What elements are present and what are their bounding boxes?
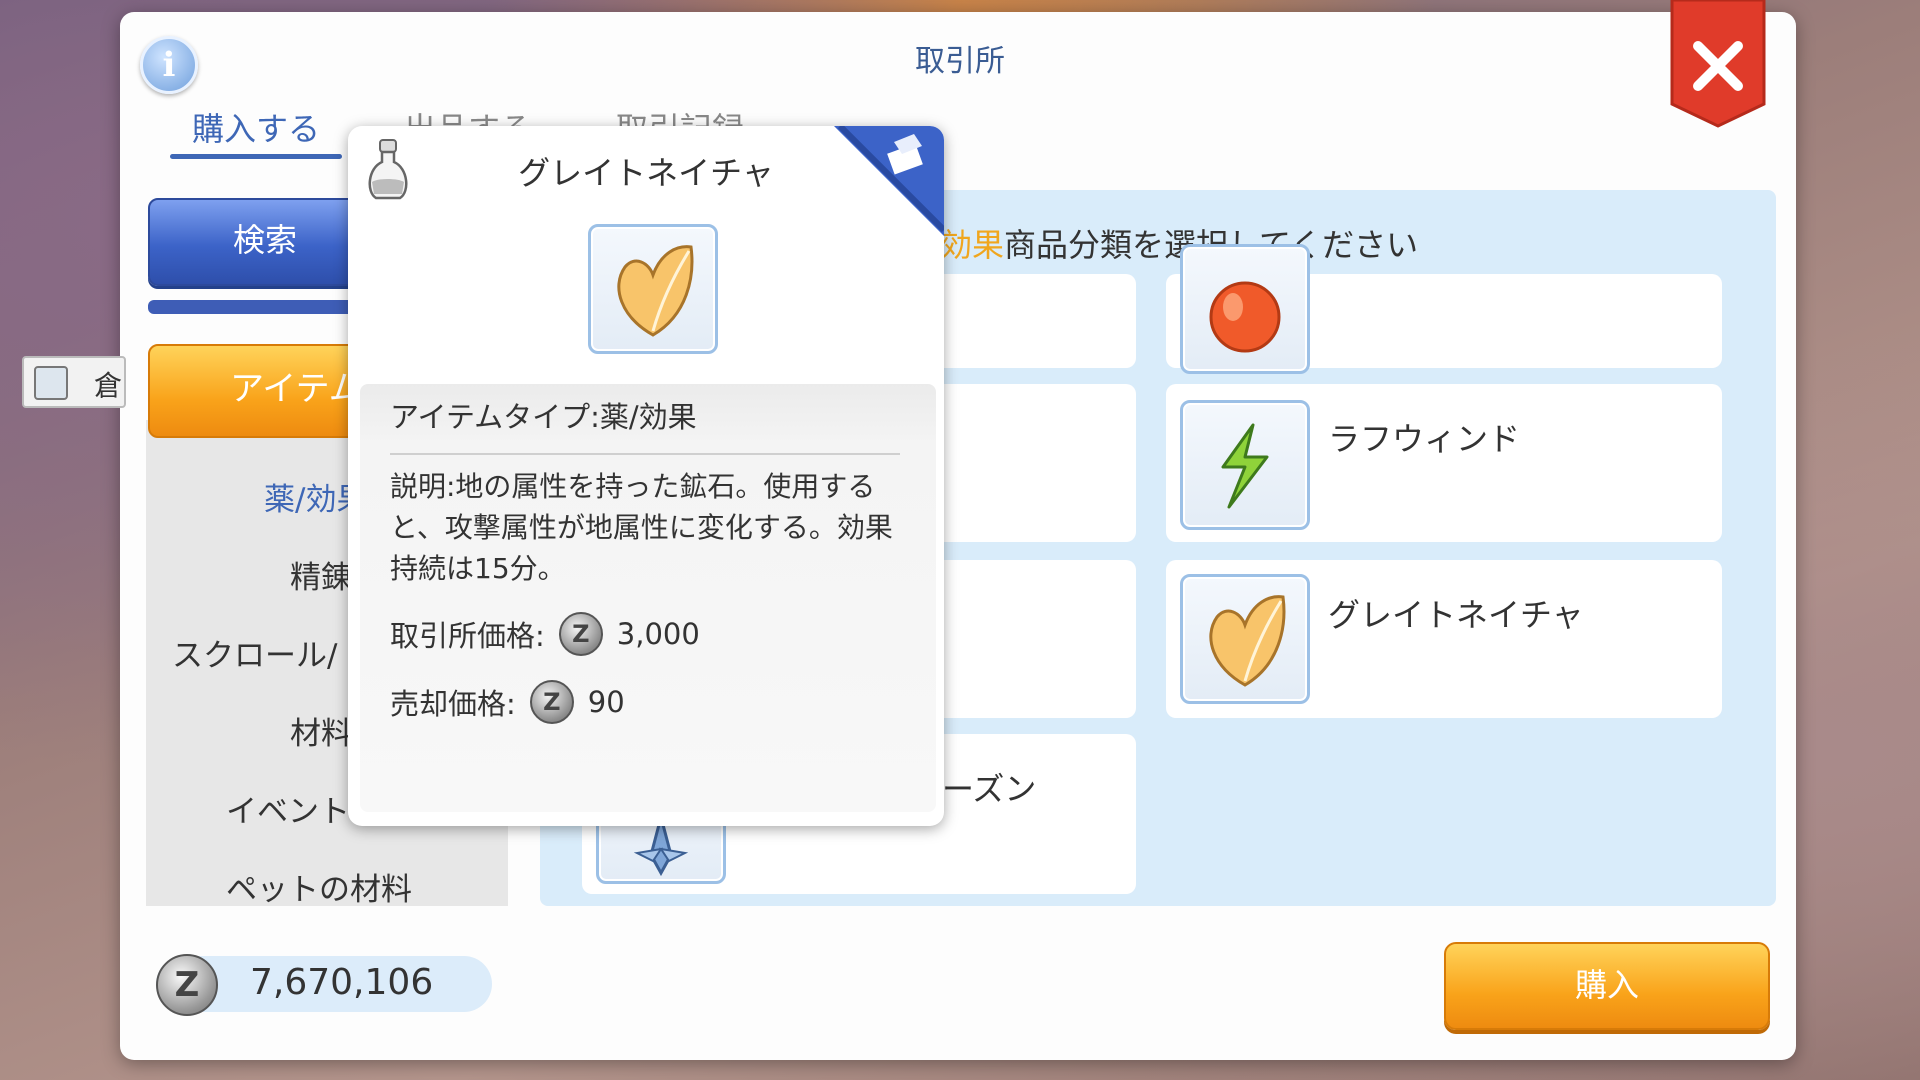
category-material[interactable]: 材料 [290, 708, 352, 753]
tooltip-item-slot [588, 224, 718, 354]
tooltip-sell-price: 売却価格: Z 90 [390, 680, 625, 724]
warehouse-label: 倉 [94, 369, 123, 402]
warehouse-button[interactable]: 倉 [22, 356, 126, 408]
category-pet-material[interactable]: ペットの材料 [226, 864, 412, 909]
zeny-balance: 7,670,106 [250, 962, 434, 1003]
tooltip-description: 説明:地の属性を持った鉱石。使用すると、攻撃属性が地属性に変化する。効果持続は1… [390, 470, 893, 585]
lightning-stone-icon [1221, 423, 1269, 509]
exchange-price-value: 3,000 [616, 617, 700, 651]
item-name: ーズン [942, 770, 1037, 808]
zeny-icon: Z [558, 612, 603, 656]
category-refine[interactable]: 精錬 [290, 552, 352, 597]
warehouse-icon [34, 366, 68, 400]
apple-icon [1209, 281, 1281, 353]
item-name: ラフウィンド [1328, 420, 1521, 458]
item-slot [1180, 244, 1310, 374]
window-title: 取引所 [915, 44, 1005, 79]
leaf-stone-icon [1209, 595, 1286, 687]
leaf-stone-icon [617, 245, 694, 337]
zeny-icon: Z [529, 680, 574, 724]
box-icon [834, 126, 944, 236]
sell-price-value: 90 [587, 685, 625, 719]
list-item[interactable]: ラフウィンド [1166, 384, 1722, 542]
search-strip [148, 300, 378, 314]
zeny-icon: Z [156, 954, 218, 1016]
item-slot [1180, 400, 1310, 530]
item-name: グレイトネイチャ [1328, 596, 1584, 634]
tooltip-item-type: アイテムタイプ:薬/効果 [390, 400, 697, 434]
sell-price-label: 売却価格: [390, 687, 516, 721]
category-event[interactable]: イベント [226, 786, 350, 831]
search-button[interactable]: 検索 [148, 198, 382, 286]
tab-buy[interactable]: 購入する [192, 104, 320, 150]
close-icon[interactable] [1668, 0, 1768, 128]
list-item[interactable] [1166, 244, 1722, 374]
exchange-price-label: 取引所価格: [390, 619, 545, 653]
tab-underline [170, 154, 342, 159]
list-header-accent: 効果 [940, 226, 1005, 264]
list-item[interactable]: グレイトネイチャ [1166, 560, 1722, 718]
item-slot [1180, 574, 1310, 704]
buy-button[interactable]: 購入 [1444, 942, 1770, 1030]
category-scroll[interactable]: スクロール/ [172, 630, 337, 675]
tooltip-exchange-price: 取引所価格: Z 3,000 [390, 612, 700, 656]
tooltip-divider [390, 453, 900, 455]
item-tooltip: グレイトネイチャ アイテムタイプ:薬/効果 説明:地の属性を持った鉱石。使用する… [348, 126, 944, 826]
tooltip-body [360, 384, 936, 812]
